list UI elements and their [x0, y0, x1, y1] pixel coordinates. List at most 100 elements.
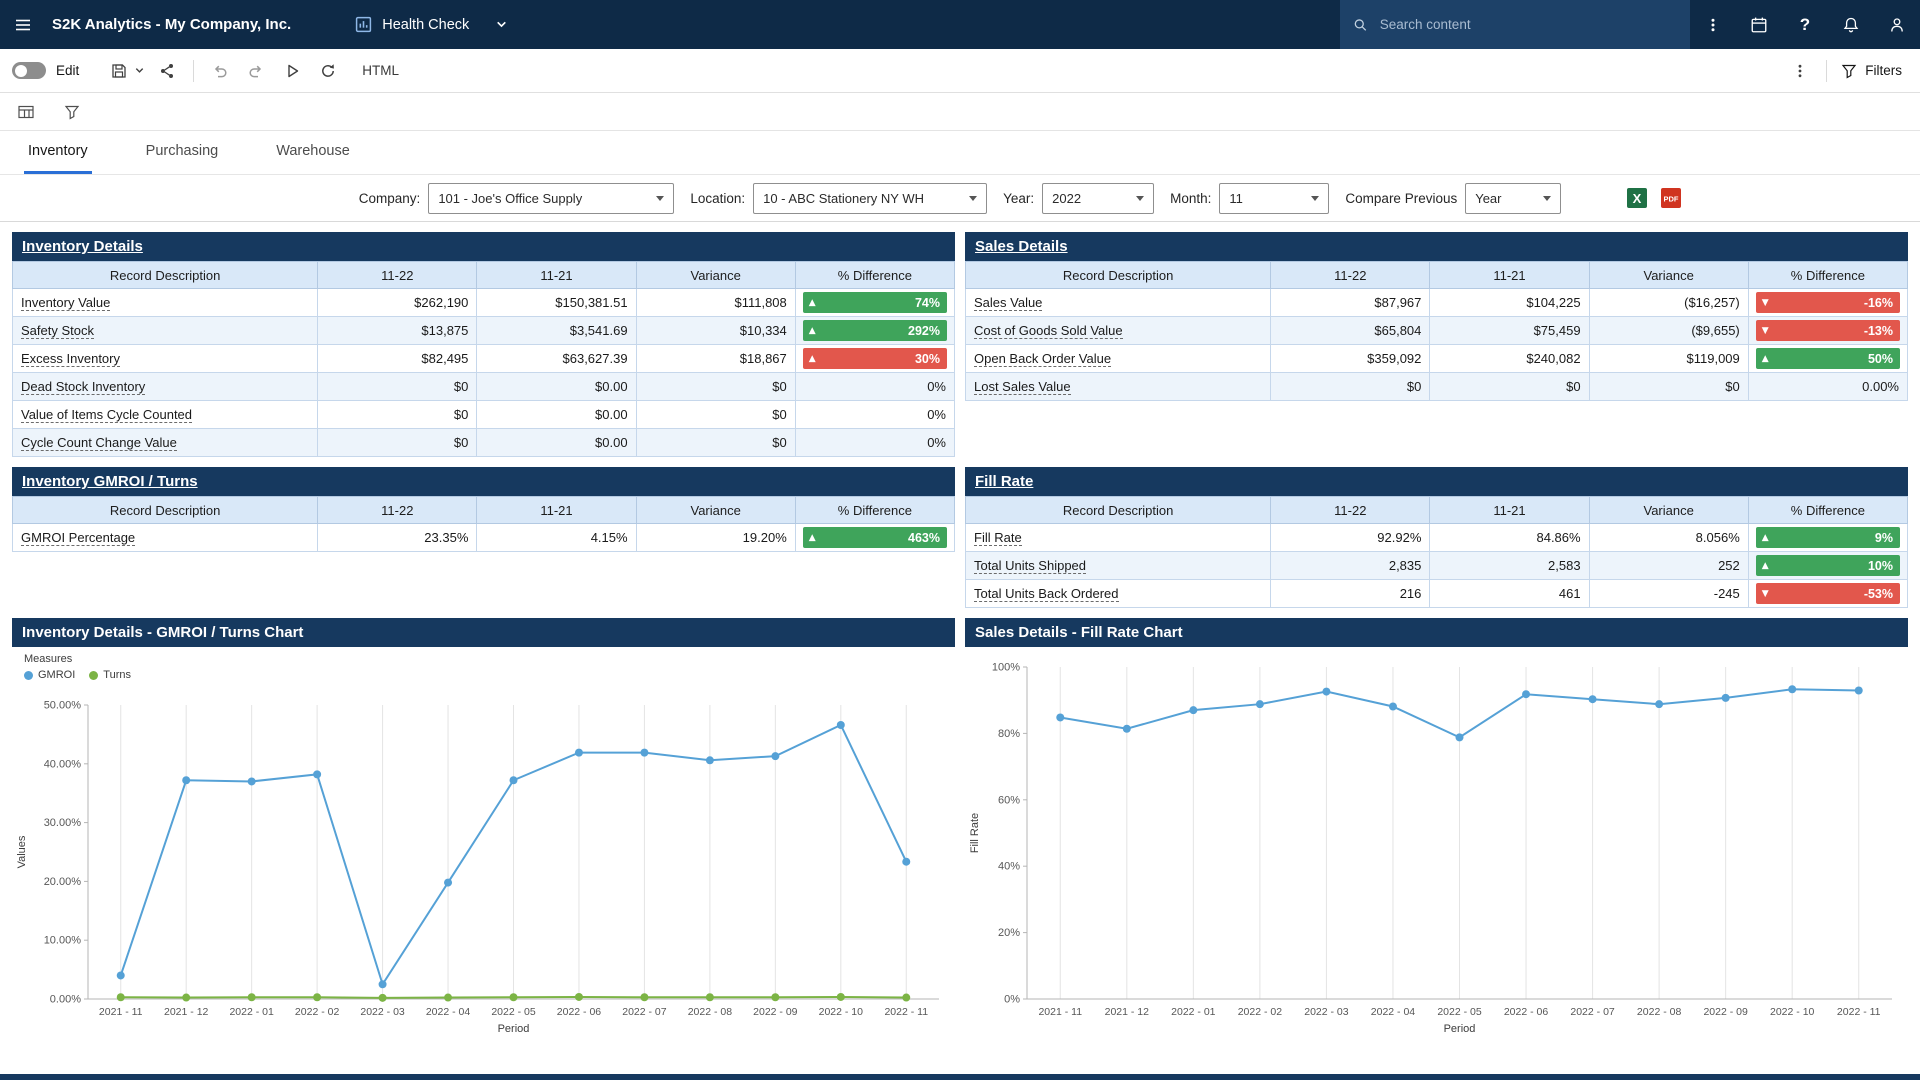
legend-swatch [24, 671, 33, 680]
value-cell: $3,541.69 [477, 317, 636, 345]
record-label-link[interactable]: Total Units Back Ordered [974, 586, 1119, 602]
hamburger-icon [14, 16, 32, 34]
record-label-link[interactable]: Value of Items Cycle Counted [21, 407, 192, 423]
compare-select[interactable]: Year [1465, 183, 1561, 214]
value-cell: $0 [1589, 373, 1748, 401]
save-icon [110, 62, 128, 80]
record-label-link[interactable]: Fill Rate [974, 530, 1022, 546]
location-filter: Location: 10 - ABC Stationery NY WH [690, 183, 987, 214]
record-description-cell: Total Units Back Ordered [966, 580, 1271, 608]
table-row: Inventory Value$262,190$150,381.51$111,8… [13, 289, 955, 317]
value-cell: $262,190 [318, 289, 477, 317]
difference-badge: ▼-53% [1756, 583, 1900, 604]
legend-swatch [89, 671, 98, 680]
gmroi-turns-chart[interactable]: MeasuresGMROITurns 0.00%10.00%20.00%30.0… [12, 647, 955, 1045]
column-header: 11-21 [1430, 262, 1589, 289]
tab-inventory[interactable]: Inventory [24, 131, 92, 174]
schedule-button[interactable] [1736, 0, 1782, 49]
chart-title: Inventory Details - GMROI / Turns Chart [22, 624, 303, 641]
fill-rate-chart[interactable]: 0%20%40%60%80%100%2021 - 112021 - 122022… [965, 647, 1908, 1045]
difference-badge: ▲30% [803, 348, 947, 369]
location-select[interactable]: 10 - ABC Stationery NY WH [753, 183, 987, 214]
table-row: Fill Rate92.92%84.86%8.056%▲9% [966, 524, 1908, 552]
filter-dock-button[interactable] [56, 97, 88, 127]
toolbar-more-button[interactable] [1782, 53, 1818, 89]
data-tray-button[interactable] [10, 97, 42, 127]
company-select[interactable]: 101 - Joe's Office Supply [428, 183, 674, 214]
header-more-button[interactable] [1690, 0, 1736, 49]
panel-title-link[interactable]: Inventory GMROI / Turns [22, 473, 198, 490]
record-description-cell: Cycle Count Change Value [13, 429, 318, 457]
tab-purchasing[interactable]: Purchasing [142, 131, 223, 174]
month-select[interactable]: 11 [1219, 183, 1329, 214]
share-button[interactable] [149, 53, 185, 89]
share-icon [158, 62, 176, 80]
record-label-link[interactable]: Excess Inventory [21, 351, 120, 367]
record-label-link[interactable]: Cost of Goods Sold Value [974, 323, 1123, 339]
panel-title-link[interactable]: Inventory Details [22, 238, 143, 255]
record-label-link[interactable]: Safety Stock [21, 323, 94, 339]
user-button[interactable] [1874, 0, 1920, 49]
svg-text:2022 - 07: 2022 - 07 [1570, 1006, 1615, 1018]
export-excel-button[interactable]: X [1626, 187, 1648, 209]
year-select[interactable]: 2022 [1042, 183, 1154, 214]
record-label-link[interactable]: Total Units Shipped [974, 558, 1086, 574]
record-label-link[interactable]: GMROI Percentage [21, 530, 135, 546]
tab-warehouse[interactable]: Warehouse [272, 131, 354, 174]
record-label-link[interactable]: Inventory Value [21, 295, 110, 311]
search-input[interactable] [1378, 16, 1677, 33]
value-cell: $75,459 [1430, 317, 1589, 345]
filter-bar: Company: 101 - Joe's Office Supply Locat… [0, 175, 1920, 222]
panel-title-link[interactable]: Sales Details [975, 238, 1068, 255]
value-cell: 19.20% [636, 524, 795, 552]
save-options-button[interactable] [129, 53, 149, 89]
panel-gmroi-turns-chart: Inventory Details - GMROI / Turns Chart … [12, 618, 955, 1045]
run-button[interactable] [274, 53, 310, 89]
panel-header: Sales Details [965, 232, 1908, 261]
record-label-link[interactable]: Dead Stock Inventory [21, 379, 145, 395]
panel-header: Fill Rate [965, 467, 1908, 496]
company-label: Company: [359, 191, 421, 206]
record-label-link[interactable]: Cycle Count Change Value [21, 435, 177, 451]
sales-details-table: Record Description11-2211-21Variance% Di… [965, 261, 1908, 401]
svg-text:2022 - 03: 2022 - 03 [360, 1006, 405, 1018]
inventory-details-table: Record Description11-2211-21Variance% Di… [12, 261, 955, 457]
record-label-link[interactable]: Sales Value [974, 295, 1042, 311]
redo-button[interactable] [238, 53, 274, 89]
value-cell: ($16,257) [1589, 289, 1748, 317]
record-description-cell: Excess Inventory [13, 345, 318, 373]
edit-toggle[interactable] [12, 62, 46, 79]
refresh-icon [319, 62, 337, 80]
svg-text:2022 - 02: 2022 - 02 [295, 1006, 340, 1018]
svg-text:30.00%: 30.00% [44, 817, 82, 829]
column-header: Record Description [13, 497, 318, 524]
panel-title-link[interactable]: Fill Rate [975, 473, 1033, 490]
legend-item[interactable]: GMROI [24, 669, 75, 681]
refresh-button[interactable] [310, 53, 346, 89]
compare-value: Year [1475, 191, 1501, 206]
search-box[interactable] [1340, 0, 1690, 49]
notifications-button[interactable] [1828, 0, 1874, 49]
excel-icon: X [1626, 187, 1648, 209]
filters-button[interactable]: Filters [1835, 62, 1908, 80]
record-label-link[interactable]: Open Back Order Value [974, 351, 1111, 367]
view-switcher[interactable]: Health Check [355, 16, 508, 33]
value-cell: 2,835 [1271, 552, 1430, 580]
output-format-button[interactable]: HTML [356, 62, 405, 79]
export-pdf-button[interactable]: PDF [1660, 187, 1682, 209]
record-label-link[interactable]: Lost Sales Value [974, 379, 1071, 395]
year-value: 2022 [1052, 191, 1081, 206]
svg-text:2022 - 06: 2022 - 06 [1504, 1006, 1549, 1018]
help-button[interactable]: ? [1782, 0, 1828, 49]
panel-fill-rate: Fill Rate Record Description11-2211-21Va… [965, 467, 1908, 608]
value-cell: 252 [1589, 552, 1748, 580]
undo-button[interactable] [202, 53, 238, 89]
legend-item[interactable]: Turns [89, 669, 131, 681]
menu-button[interactable] [0, 0, 46, 49]
svg-text:2022 - 03: 2022 - 03 [1304, 1006, 1349, 1018]
company-value: 101 - Joe's Office Supply [438, 191, 582, 206]
difference-badge: ▲74% [803, 292, 947, 313]
svg-text:2022 - 01: 2022 - 01 [229, 1006, 274, 1018]
up-arrow-icon: ▲ [809, 354, 816, 364]
column-header: % Difference [795, 262, 954, 289]
